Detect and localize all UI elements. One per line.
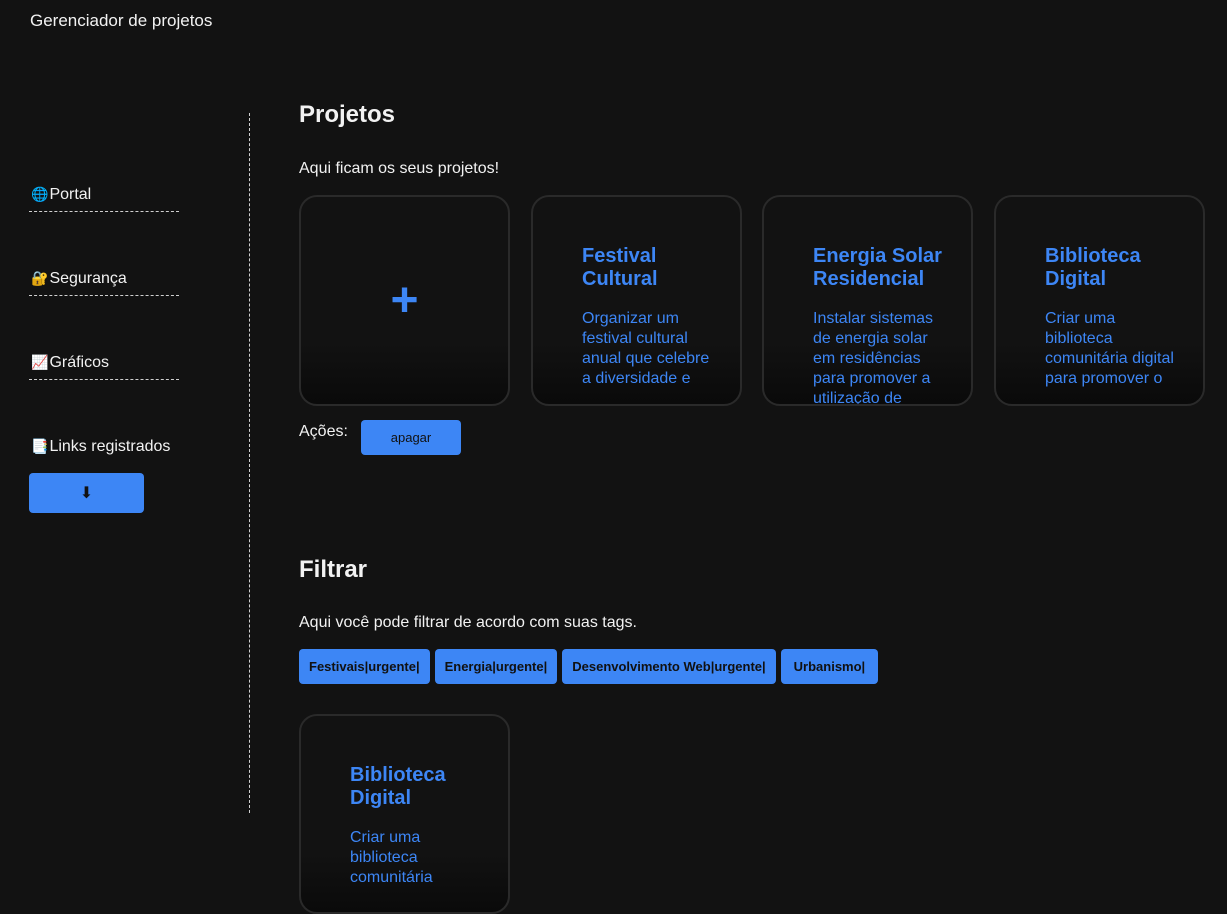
sidebar-item-graficos[interactable]: 📈Gráficos xyxy=(29,354,179,380)
globe-icon: 🌐 xyxy=(31,186,49,202)
tag-button[interactable]: Festivais|urgente| xyxy=(299,649,430,684)
project-card-title: Festival Cultural xyxy=(582,245,658,290)
sidebar-item-label: Links registrados xyxy=(49,438,171,455)
bookmark-tabs-icon: 📑 xyxy=(31,438,49,454)
actions-label: Ações: xyxy=(299,423,348,440)
tag-button[interactable]: Urbanismo| xyxy=(780,649,879,684)
filter-title: Filtrar xyxy=(299,556,368,583)
app-title: Gerenciador de projetos xyxy=(30,11,213,30)
sidebar-item-seguranca[interactable]: 🔐Segurança xyxy=(29,270,179,296)
project-card-description: Instalar sistemas de energia solar em re… xyxy=(813,310,934,406)
project-card-description: Criar uma biblioteca comunitária xyxy=(350,829,433,886)
project-card[interactable]: Festival Cultural Organizar um festival … xyxy=(531,195,742,406)
project-card-title: Biblioteca Digital xyxy=(1045,245,1141,290)
delete-button[interactable]: apagar xyxy=(361,420,461,455)
download-button[interactable]: ⬇ xyxy=(29,473,144,513)
plus-icon: + xyxy=(390,273,419,327)
lock-icon: 🔐 xyxy=(31,270,49,286)
sidebar-item-portal[interactable]: 🌐Portal xyxy=(29,186,179,212)
tag-button[interactable]: Desenvolvimento Web|urgente| xyxy=(562,649,776,684)
project-card[interactable]: Biblioteca Digital Criar uma biblioteca … xyxy=(994,195,1205,406)
projects-title: Projetos xyxy=(299,101,396,128)
project-card-title: Biblioteca Digital xyxy=(350,764,446,809)
project-card[interactable]: Energia Solar Residencial Instalar siste… xyxy=(762,195,973,406)
project-card-description: Criar uma biblioteca comunitária digital… xyxy=(1045,310,1174,387)
filtered-project-card[interactable]: Biblioteca Digital Criar uma biblioteca … xyxy=(299,714,510,914)
filter-description: Aqui você pode filtrar de acordo com sua… xyxy=(299,614,637,631)
sidebar-divider xyxy=(249,113,250,813)
sidebar-item-label: Segurança xyxy=(49,270,127,287)
sidebar-item-label: Gráficos xyxy=(49,354,110,371)
chart-icon: 📈 xyxy=(31,354,49,370)
tag-list: Festivais|urgente| Energia|urgente| Dese… xyxy=(299,649,879,684)
project-card-description: Organizar um festival cultural anual que… xyxy=(582,310,710,387)
sidebar-item-links[interactable]: 📑Links registrados xyxy=(29,438,179,463)
projects-description: Aqui ficam os seus projetos! xyxy=(299,160,500,177)
project-card-title: Energia Solar Residencial xyxy=(813,245,942,290)
sidebar-item-label: Portal xyxy=(49,186,92,203)
download-arrow-icon: ⬇ xyxy=(79,485,94,502)
tag-button[interactable]: Energia|urgente| xyxy=(434,649,558,684)
add-project-card[interactable]: + xyxy=(299,195,510,406)
